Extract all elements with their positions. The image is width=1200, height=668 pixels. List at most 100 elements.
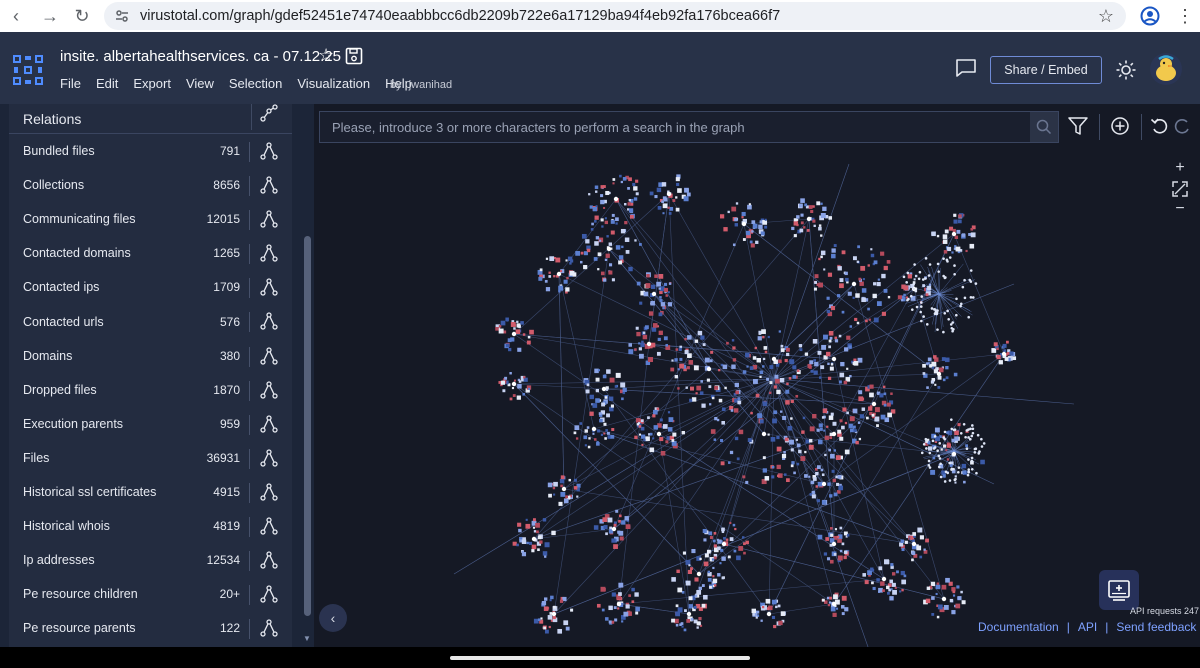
graph-node[interactable] <box>732 243 736 247</box>
graph-node[interactable] <box>954 477 957 481</box>
graph-node[interactable] <box>941 584 947 590</box>
graph-node[interactable] <box>718 369 721 372</box>
graph-node[interactable] <box>954 235 959 240</box>
graph-node[interactable] <box>650 284 656 289</box>
graph-node[interactable] <box>628 177 632 182</box>
graph-node[interactable] <box>956 585 960 589</box>
graph-node[interactable] <box>923 548 926 551</box>
graph-node[interactable] <box>827 376 832 380</box>
graph-node[interactable] <box>700 380 703 383</box>
graph-node[interactable] <box>932 366 935 369</box>
graph-node[interactable] <box>878 587 883 593</box>
graph-node[interactable] <box>701 603 706 608</box>
graph-node[interactable] <box>945 376 949 380</box>
graph-node[interactable] <box>996 347 999 351</box>
address-bar[interactable]: virustotal.com/graph/gdef52451e74740eaab… <box>104 2 1126 30</box>
graph-node[interactable] <box>555 257 561 263</box>
graph-search-input[interactable] <box>320 119 1020 135</box>
graph-node[interactable] <box>796 462 800 466</box>
graph-node[interactable] <box>967 428 970 431</box>
graph-node[interactable] <box>828 415 834 420</box>
graph-node[interactable] <box>551 530 556 536</box>
graph-node[interactable] <box>696 626 699 629</box>
graph-node[interactable] <box>691 397 697 402</box>
graph-node[interactable] <box>608 263 613 267</box>
graph-node[interactable] <box>684 337 687 341</box>
graph-node[interactable] <box>517 522 522 527</box>
graph-node[interactable] <box>970 467 974 471</box>
relation-label[interactable]: Contacted ips <box>23 280 99 294</box>
graph-node[interactable] <box>931 232 934 235</box>
graph-node[interactable] <box>977 452 981 455</box>
graph-node[interactable] <box>857 421 861 424</box>
graph-node[interactable] <box>657 206 662 210</box>
graph-node[interactable] <box>537 548 540 552</box>
graph-node[interactable] <box>867 570 872 576</box>
graph-node[interactable] <box>642 331 646 334</box>
graph-node[interactable] <box>786 382 789 386</box>
graph-node[interactable] <box>825 351 831 357</box>
graph-node[interactable] <box>595 205 598 208</box>
graph-node[interactable] <box>528 387 531 390</box>
graph-node[interactable] <box>624 516 629 521</box>
graph-node[interactable] <box>868 318 871 321</box>
graph-node[interactable] <box>643 438 646 442</box>
graph-node[interactable] <box>731 364 736 369</box>
graph-node[interactable] <box>605 388 609 391</box>
graph-node[interactable] <box>967 315 971 319</box>
graph-node[interactable] <box>510 337 515 342</box>
graph-node[interactable] <box>646 274 650 278</box>
graph-node[interactable] <box>1012 356 1017 361</box>
graph-node[interactable] <box>856 321 860 325</box>
graph-node[interactable] <box>841 595 847 601</box>
graph-node[interactable] <box>878 566 883 571</box>
zoom-out-icon[interactable]: − <box>1170 199 1190 219</box>
graph-node[interactable] <box>926 586 931 590</box>
graph-node[interactable] <box>611 213 615 217</box>
graph-node[interactable] <box>876 424 879 428</box>
relation-row[interactable]: Files 36931 <box>9 441 292 475</box>
graph-node[interactable] <box>891 572 896 576</box>
graph-node[interactable] <box>516 395 521 400</box>
graph-node[interactable] <box>818 257 821 261</box>
graph-node[interactable] <box>621 520 626 525</box>
graph-node[interactable] <box>943 480 947 483</box>
graph-relation-node[interactable] <box>1001 351 1007 357</box>
graph-node[interactable] <box>631 600 635 604</box>
graph-node[interactable] <box>882 385 886 389</box>
graph-node[interactable] <box>889 579 894 584</box>
expand-relation-icon[interactable] <box>260 210 278 228</box>
relation-label[interactable]: Execution parents <box>23 417 123 431</box>
graph-node[interactable] <box>784 437 789 442</box>
graph-node[interactable] <box>800 198 805 203</box>
graph-node[interactable] <box>782 415 787 420</box>
graph-node[interactable] <box>944 276 947 279</box>
graph-node[interactable] <box>670 367 675 372</box>
graph-node[interactable] <box>824 453 827 457</box>
graph-node[interactable] <box>553 481 558 487</box>
graph-node[interactable] <box>701 584 705 588</box>
graph-node[interactable] <box>659 299 663 302</box>
graph-node[interactable] <box>820 234 823 237</box>
graph-node[interactable] <box>755 616 758 619</box>
graph-node[interactable] <box>697 330 703 336</box>
graph-node[interactable] <box>641 443 644 446</box>
graph-node[interactable] <box>600 185 604 189</box>
graph-node[interactable] <box>600 199 605 205</box>
graph-node[interactable] <box>956 229 961 234</box>
graph-relation-node[interactable] <box>511 381 517 387</box>
graph-node[interactable] <box>948 461 951 465</box>
graph-node[interactable] <box>583 435 588 440</box>
graph-node[interactable] <box>543 626 547 630</box>
graph-node[interactable] <box>839 283 844 289</box>
graph-node[interactable] <box>938 442 942 445</box>
graph-node[interactable] <box>959 304 962 308</box>
graph-node[interactable] <box>827 482 831 486</box>
graph-node[interactable] <box>833 492 838 497</box>
graph-node[interactable] <box>974 282 978 285</box>
graph-node[interactable] <box>847 291 852 296</box>
graph-node[interactable] <box>808 439 813 443</box>
graph-node[interactable] <box>829 494 833 498</box>
graph-node[interactable] <box>760 231 765 236</box>
graph-node[interactable] <box>919 305 923 308</box>
